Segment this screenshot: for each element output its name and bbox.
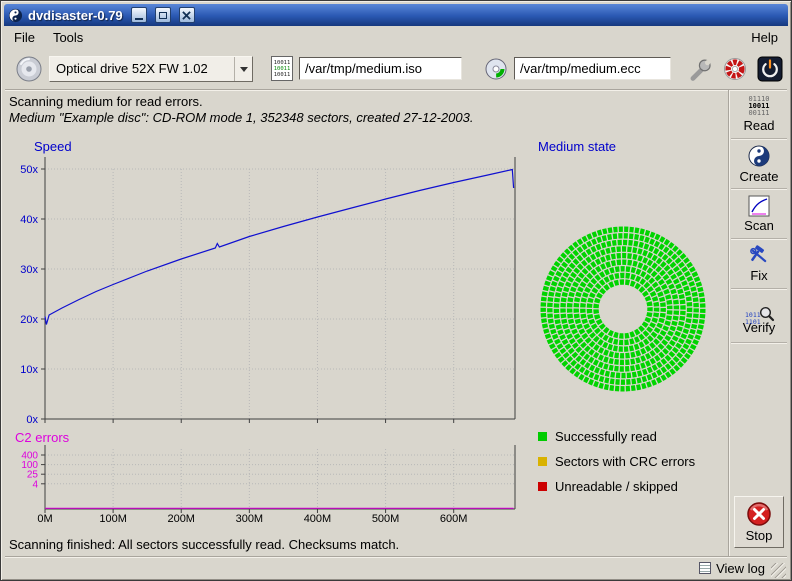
legend-swatch-unreadable [538,482,547,491]
statusbar: View log [5,556,787,579]
fix-button[interactable]: Fix [729,240,789,288]
legend-swatch-crc [538,457,547,466]
legend-item-crc: Sectors with CRC errors [538,454,695,469]
legend-item-unreadable: Unreadable / skipped [538,479,678,494]
menu-help[interactable]: Help [742,28,787,47]
medium-info-line: Medium "Example disc": CD-ROM mode 1, 35… [9,110,473,125]
svg-text:40x: 40x [20,214,38,226]
speed-and-c2-charts: 0M 100M 200M 300M 400M 500M 600M 0x 10x 20x 30x 40x… [9,137,523,533]
read-icon: 01110 10011 00111 [748,96,769,117]
verify-button[interactable]: 1011 1101 Verify [729,290,789,342]
view-log-button[interactable]: View log [699,561,765,576]
stop-button-label: Stop [746,528,773,543]
app-icon [8,8,23,23]
svg-text:30x: 30x [20,264,38,276]
close-icon [182,11,191,20]
scan-button[interactable]: Scan [729,190,789,238]
close-button[interactable] [179,7,195,23]
legend-label-crc: Sectors with CRC errors [555,454,695,469]
svg-text:4: 4 [32,479,38,490]
yin-yang-icon [747,144,771,168]
quit-power-button[interactable] [757,56,783,82]
scan-result-status: Scanning finished: All sectors successfu… [9,537,399,552]
toolbar-separator [5,89,787,91]
drive-icon [15,55,43,83]
medium-state-title: Medium state [538,139,616,154]
view-log-label: View log [716,561,765,576]
image-file-input[interactable] [299,57,462,80]
ecc-file-input[interactable] [514,57,671,80]
create-button-label: Create [739,169,778,184]
svg-text:300M: 300M [236,513,264,525]
ecc-file-icon [484,57,508,81]
read-button[interactable]: 01110 10011 00111 Read [729,90,789,138]
svg-text:10x: 10x [20,364,38,376]
drive-selector-value: Optical drive 52X FW 1.02 [50,61,234,76]
toolbar: Optical drive 52X FW 1.02 10011 10011 10… [5,48,787,89]
svg-text:100M: 100M [99,513,127,525]
titlebar[interactable]: dvdisaster-0.79 [4,4,788,26]
resize-grip[interactable] [771,563,786,578]
window-title: dvdisaster-0.79 [28,8,123,23]
action-sidebar: 01110 10011 00111 Read Create Scan [728,90,789,556]
dropdown-arrow-icon [234,57,252,81]
read-button-label: Read [743,118,774,133]
scan-status-heading: Scanning medium for read errors. [9,94,203,109]
dvdisaster-window: dvdisaster-0.79 File Tools Help Optical … [0,0,792,581]
legend-item-read: Successfully read [538,429,657,444]
damaged-disc-icon[interactable] [722,56,748,82]
preferences-wrench-icon[interactable] [687,56,713,82]
scan-chart-icon [748,195,770,217]
maximize-button[interactable] [155,7,171,23]
fix-button-label: Fix [750,268,767,283]
image-file-icon: 10011 10011 10011 [271,56,293,81]
svg-text:20x: 20x [20,314,38,326]
minimize-icon [135,18,143,20]
verify-magnifier-icon: 1011 1101 [745,297,773,319]
legend-label-unreadable: Unreadable / skipped [555,479,678,494]
scan-button-label: Scan [744,218,774,233]
maximize-icon [159,12,167,19]
svg-text:600M: 600M [440,513,468,525]
menu-file[interactable]: File [5,28,44,47]
svg-text:400M: 400M [304,513,332,525]
fix-tools-icon [748,245,770,267]
medium-state-disc [533,219,713,399]
svg-text:50x: 50x [20,164,38,176]
log-icon [699,562,711,574]
legend-swatch-read [538,432,547,441]
stop-icon [746,501,772,527]
minimize-button[interactable] [131,7,147,23]
svg-text:0M: 0M [37,513,52,525]
create-button[interactable]: Create [729,140,789,188]
menu-tools[interactable]: Tools [44,28,92,47]
menubar: File Tools Help [5,27,787,48]
stop-button[interactable]: Stop [734,496,784,548]
svg-text:500M: 500M [372,513,400,525]
svg-text:0x: 0x [26,414,38,426]
legend-label-read: Successfully read [555,429,657,444]
svg-text:200M: 200M [167,513,195,525]
drive-selector[interactable]: Optical drive 52X FW 1.02 [49,56,253,82]
